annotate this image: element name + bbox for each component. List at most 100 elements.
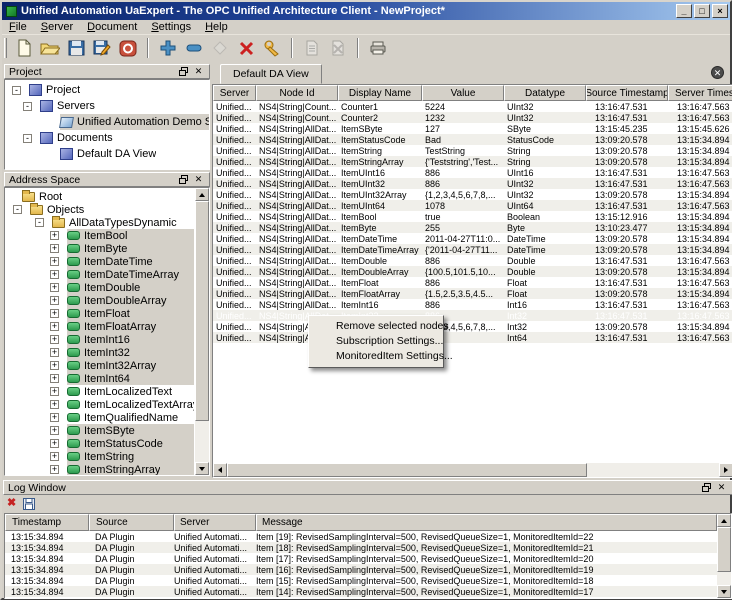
table-row[interactable]: Unified... NS4|String|AllDat... ItemUInt… [213,189,732,200]
address-tree-item[interactable]: + ItemDoubleArray [5,294,194,307]
add-node-button[interactable] [155,36,181,60]
address-tree-item[interactable]: + ItemDateTimeArray [5,268,194,281]
tree-expander-icon[interactable]: - [23,102,32,111]
table-row[interactable]: Unified... NS4|String|AllDat... ItemInt1… [213,299,732,310]
scroll-right-icon[interactable] [719,463,732,477]
delete-button[interactable] [233,36,259,60]
column-header-nodeid[interactable]: Node Id [256,85,338,101]
column-header-server-timestamp[interactable]: Server Timestamp [668,85,732,101]
close-button[interactable]: × [712,4,728,18]
tree-expander-icon[interactable]: + [50,374,59,383]
table-row[interactable]: Unified... NS4|String|AllDat... ItemStri… [213,145,732,156]
new-project-button[interactable] [11,36,37,60]
table-row[interactable]: Unified... NS4|String|Count... Counter1 … [213,101,732,112]
menu-item[interactable]: Server [34,21,80,33]
address-tree-item[interactable]: + ItemByte [5,242,194,255]
context-menu-item[interactable]: MonitoredItem Settings... [310,349,442,364]
log-scrollbar[interactable] [717,514,731,598]
column-header-value[interactable]: Value [422,85,504,101]
save-project-button[interactable] [63,36,89,60]
tree-expander-icon[interactable]: + [50,257,59,266]
scroll-up-icon[interactable] [195,188,209,201]
address-tree-item[interactable]: + ItemInt64 [5,372,194,385]
tree-expander-icon[interactable]: - [23,134,32,143]
maximize-button[interactable]: □ [694,4,710,18]
tree-expander-icon[interactable]: + [50,348,59,357]
print-button[interactable] [365,36,391,60]
tree-expander-icon[interactable]: + [50,387,59,396]
table-row[interactable]: Unified... NS4|String|AllDat... ItemUInt… [213,200,732,211]
address-tree-item[interactable]: + ItemLocalizedTextArray [5,398,194,411]
connect-button[interactable] [207,36,233,60]
column-header-source-timestamp[interactable]: Source Timestamp [586,85,668,101]
scroll-down-icon[interactable] [717,585,731,598]
menu-item[interactable]: Help [198,21,235,33]
tree-expander-icon[interactable]: + [50,309,59,318]
scroll-down-icon[interactable] [195,462,209,475]
toolbar-handle[interactable] [4,38,7,58]
project-tree-item[interactable]: Unified Automation Demo Ser... [5,114,209,130]
scrollbar-thumb[interactable] [717,527,731,572]
scrollbar-thumb[interactable] [227,463,587,477]
table-row[interactable]: Unified... NS4|String|AllDat... ItemByte… [213,222,732,233]
table-row[interactable]: Unified... NS4|String|AllDat... ItemDoub… [213,255,732,266]
float-panel-icon[interactable] [700,482,713,494]
close-panel-icon[interactable]: ✕ [715,482,728,494]
address-tree-item[interactable]: + ItemQualifiedName [5,411,194,424]
table-row[interactable]: Unified... NS4|String|AllDat... ItemBool… [213,211,732,222]
address-tree-item[interactable]: + ItemInt16 [5,333,194,346]
table-row[interactable]: Unified... NS4|String|AllDat... ItemDate… [213,244,732,255]
close-panel-icon[interactable]: ✕ [192,66,205,78]
float-panel-icon[interactable] [177,174,190,186]
table-row[interactable]: Unified... NS4|String|AllDat... ItemUInt… [213,167,732,178]
log-row[interactable]: 13:15:34.894 DA Plugin Unified Automati.… [5,542,731,553]
address-tree-item[interactable]: + ItemLocalizedText [5,385,194,398]
address-tree-item[interactable]: + ItemStatusCode [5,437,194,450]
project-tree-item[interactable]: - Project [5,82,209,98]
address-tree-item[interactable]: + ItemBool [5,229,194,242]
da-horizontal-scrollbar[interactable] [213,463,732,477]
address-tree-item[interactable]: + ItemInt32Array [5,359,194,372]
context-menu-item[interactable]: Remove selected nodes [310,319,442,334]
tree-expander-icon[interactable]: + [50,283,59,292]
log-row[interactable]: 13:15:34.894 DA Plugin Unified Automati.… [5,531,731,542]
settings-button[interactable] [259,36,285,60]
address-tree-item[interactable]: + ItemString [5,450,194,463]
clear-log-icon[interactable]: ✖ [7,498,16,509]
tree-expander-icon[interactable]: + [50,361,59,370]
address-space-scrollbar[interactable] [195,188,209,475]
tree-expander-icon[interactable]: + [50,335,59,344]
column-header-server[interactable]: Server [213,85,256,101]
log-row[interactable]: 13:15:34.894 DA Plugin Unified Automati.… [5,575,731,586]
table-row[interactable]: Unified... NS4|String|AllDat... ItemFloa… [213,288,732,299]
tree-expander-icon[interactable]: + [50,413,59,422]
log-column-message[interactable]: Message [256,514,717,531]
context-menu-item[interactable]: Subscription Settings... [310,334,442,349]
address-tree-item[interactable]: + ItemStringArray [5,463,194,476]
close-panel-icon[interactable]: ✕ [192,174,205,186]
remove-document-button[interactable] [325,36,351,60]
edit-project-button[interactable] [89,36,115,60]
table-row[interactable]: Unified... NS4|String|AllDat... ItemInt6… [213,332,732,343]
project-tree-item[interactable]: - Documents [5,130,209,146]
table-row[interactable]: Unified... NS4|String|AllDat... ItemDoub… [213,266,732,277]
tree-expander-icon[interactable]: + [50,465,59,474]
scrollbar-thumb[interactable] [195,201,209,421]
table-row[interactable]: Unified... NS4|String|AllDat... ItemDate… [213,233,732,244]
column-header-datatype[interactable]: Datatype [504,85,586,101]
address-tree-item[interactable]: + ItemDouble [5,281,194,294]
log-row[interactable]: 13:15:34.894 DA Plugin Unified Automati.… [5,564,731,575]
tree-expander-icon[interactable]: - [13,205,22,214]
tree-expander-icon[interactable]: + [50,400,59,409]
address-tree-item[interactable]: + ItemFloat [5,307,194,320]
minimize-button[interactable]: _ [676,4,692,18]
table-row[interactable]: Unified... NS4|String|AllDat... ItemStri… [213,156,732,167]
tree-expander-icon[interactable]: + [50,244,59,253]
table-row[interactable]: Unified... NS4|String|AllDat... ItemUInt… [213,178,732,189]
table-row[interactable]: Unified... NS4|String|AllDat... ItemSByt… [213,123,732,134]
tree-expander-icon[interactable]: + [50,231,59,240]
tree-expander-icon[interactable]: + [50,296,59,305]
log-column-source[interactable]: Source [89,514,174,531]
log-row[interactable]: 13:15:34.894 DA Plugin Unified Automati.… [5,553,731,564]
tree-expander-icon[interactable]: - [35,218,44,227]
